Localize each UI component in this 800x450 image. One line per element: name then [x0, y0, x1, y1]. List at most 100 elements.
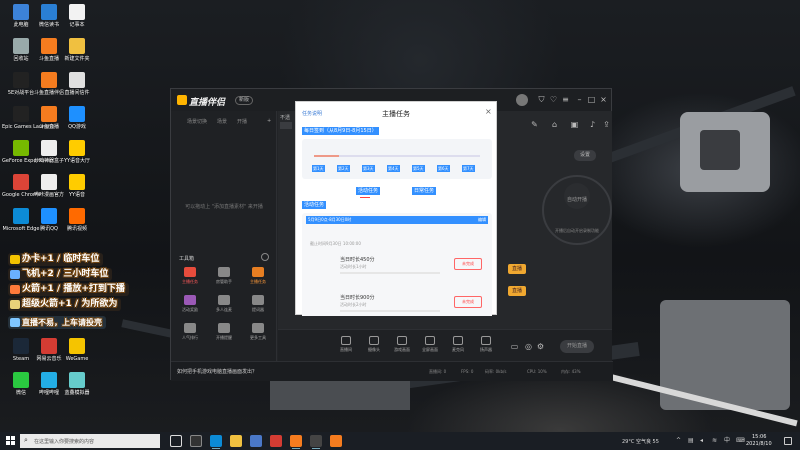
desktop-icon[interactable]: QQ游戏: [58, 106, 96, 130]
desktop-icon-label: 直播间信件: [64, 90, 90, 96]
desktop-icon-label: QQ游戏: [68, 124, 86, 130]
task-status-button[interactable]: 未完成: [454, 258, 482, 270]
tool-icon: [252, 267, 264, 277]
tab-scene-switch[interactable]: 场景切换: [187, 118, 207, 125]
tool-item[interactable]: 活动奖励: [175, 295, 205, 321]
camera-icon[interactable]: ▭: [510, 342, 519, 351]
live-tag[interactable]: 直播: [508, 286, 526, 296]
source-button[interactable]: 麦克风: [446, 336, 470, 353]
clock-date[interactable]: 2021/8/10: [746, 441, 772, 447]
desktop-icon-label: 记事本: [69, 22, 85, 28]
task-subtitle: 活动时长2小时: [340, 302, 367, 307]
tool-item[interactable]: 人气排行: [175, 323, 205, 349]
desktop-icon[interactable]: YY语音大厅: [58, 140, 96, 164]
tab-scene[interactable]: 场景: [217, 118, 227, 125]
weather-widget[interactable]: 29°C 空气良 55: [622, 438, 659, 445]
network-icon[interactable]: ▤: [688, 437, 694, 445]
task-status-button[interactable]: 未完成: [454, 296, 482, 308]
task-period-text: 5月9日0点-8月30日0时: [308, 217, 352, 222]
desktop-icon[interactable]: 腾讯视频: [58, 208, 96, 232]
tool-item[interactable]: 提词器: [243, 295, 273, 321]
gear-icon[interactable]: ⚙: [536, 342, 545, 351]
heart-icon[interactable]: ♡: [549, 95, 558, 104]
tool-label: 活动奖励: [182, 307, 198, 312]
avatar[interactable]: [516, 94, 528, 106]
volume-icon[interactable]: ◂: [700, 437, 703, 445]
share-icon[interactable]: ⇪: [602, 120, 611, 129]
ime-icon[interactable]: 中: [724, 437, 730, 445]
tool-item[interactable]: 更多工具: [243, 323, 273, 349]
obs-icon[interactable]: [310, 435, 322, 449]
close-icon[interactable]: ×: [599, 95, 608, 104]
wifi-icon[interactable]: ≋: [712, 437, 717, 445]
task-view-icon[interactable]: [170, 435, 182, 447]
add-scene-icon[interactable]: +: [267, 118, 271, 124]
desktop-icon-label: 蓝叠模拟器: [64, 390, 90, 396]
source-button[interactable]: 全屏画面: [418, 336, 442, 353]
input-icon[interactable]: ⌨: [736, 437, 745, 445]
maximize-icon[interactable]: □: [587, 95, 596, 104]
edit-icon[interactable]: ✎: [530, 120, 539, 129]
tool-icon: [218, 295, 230, 305]
douyu-icon[interactable]: [290, 435, 302, 449]
dialog-content[interactable]: 每日签到（从8月9日-8月15日） 第1天 第2天 第3天 第4天 第5天 第6天 第7天 …: [296, 121, 498, 316]
shield-icon[interactable]: ⛉: [537, 95, 546, 104]
source-button[interactable]: 扬声器: [474, 336, 498, 353]
lock-icon[interactable]: ⌂: [550, 120, 559, 129]
file-explorer-icon[interactable]: [230, 435, 242, 447]
start-live-button[interactable]: 开始直播: [560, 340, 594, 353]
clock-time[interactable]: 15:06: [752, 434, 766, 440]
target-icon[interactable]: ◎: [524, 342, 533, 351]
app-icon: [69, 38, 85, 54]
desktop-icon[interactable]: 记事本: [58, 4, 96, 28]
super-rocket-icon: [10, 300, 20, 309]
gift-icon[interactable]: ▣: [570, 120, 579, 129]
source-button[interactable]: 直播间: [334, 336, 358, 353]
tool-item[interactable]: 开播提醒: [209, 323, 239, 349]
taskbar-search-input[interactable]: ⌕ 在这里输入你要搜索的内容: [20, 434, 160, 448]
source-button[interactable]: 游戏画面: [390, 336, 414, 353]
source-button[interactable]: 摄像头: [362, 336, 386, 353]
live-tag[interactable]: 直播: [508, 264, 526, 274]
edge-icon[interactable]: [210, 435, 222, 449]
netease-music-icon[interactable]: [270, 435, 282, 447]
version-badge[interactable]: 新版: [235, 96, 254, 105]
tab-event-tasks[interactable]: 活动任务: [356, 187, 381, 195]
douyu-companion-icon[interactable]: [330, 435, 342, 447]
source-icon: [397, 336, 407, 345]
app-icon: [13, 38, 29, 54]
minimize-icon[interactable]: –: [575, 95, 584, 104]
tool-icon: [218, 267, 230, 277]
status-bitrate: 码率: 0kb/s: [485, 369, 507, 374]
task-edit-link[interactable]: 编辑: [478, 216, 486, 224]
windows-start-icon[interactable]: [6, 436, 16, 446]
preview-top-label: 不透: [280, 115, 291, 121]
tool-item[interactable]: 主播任务: [243, 267, 273, 293]
tab-daily-tasks[interactable]: 日常任务: [412, 187, 437, 195]
settings-pill[interactable]: 设置: [574, 150, 596, 161]
app-icon[interactable]: [190, 435, 202, 447]
bell-icon[interactable]: ♪: [588, 120, 597, 129]
app-icon: [41, 208, 57, 224]
tool-item[interactable]: 主播任务: [175, 267, 205, 293]
app-icon: [41, 38, 57, 54]
tool-item[interactable]: 房管助手: [209, 267, 239, 293]
desktop-icon[interactable]: 蓝叠模拟器: [58, 372, 96, 396]
store-icon[interactable]: [250, 435, 262, 447]
notification-icon[interactable]: [784, 437, 792, 445]
desktop-icon[interactable]: 直播间信件: [58, 72, 96, 96]
close-icon[interactable]: ×: [485, 107, 492, 116]
chevron-up-icon[interactable]: ^: [676, 437, 681, 445]
tool-icon: [184, 323, 196, 333]
app-icon: [13, 4, 29, 20]
source-toolbar: 直播间 摄像头 游戏画面 全屏画面 麦克风 扬声器 ▭ ◎ ⚙ 开始直播: [278, 329, 612, 361]
desktop-icon[interactable]: WeGame: [58, 338, 96, 362]
desktop-icon[interactable]: 新建文件夹: [58, 38, 96, 62]
tab-live[interactable]: 开播: [237, 118, 247, 125]
menu-icon[interactable]: ≡: [561, 95, 570, 104]
desktop-icon-label: YY语音大厅: [63, 158, 91, 164]
tool-item[interactable]: 多人连麦: [209, 295, 239, 321]
status-notice[interactable]: 如何把手机游戏电脑直播画面发出？: [177, 368, 257, 375]
desktop-icon[interactable]: YY语音: [58, 174, 96, 198]
tools-more-icon[interactable]: [261, 253, 269, 261]
